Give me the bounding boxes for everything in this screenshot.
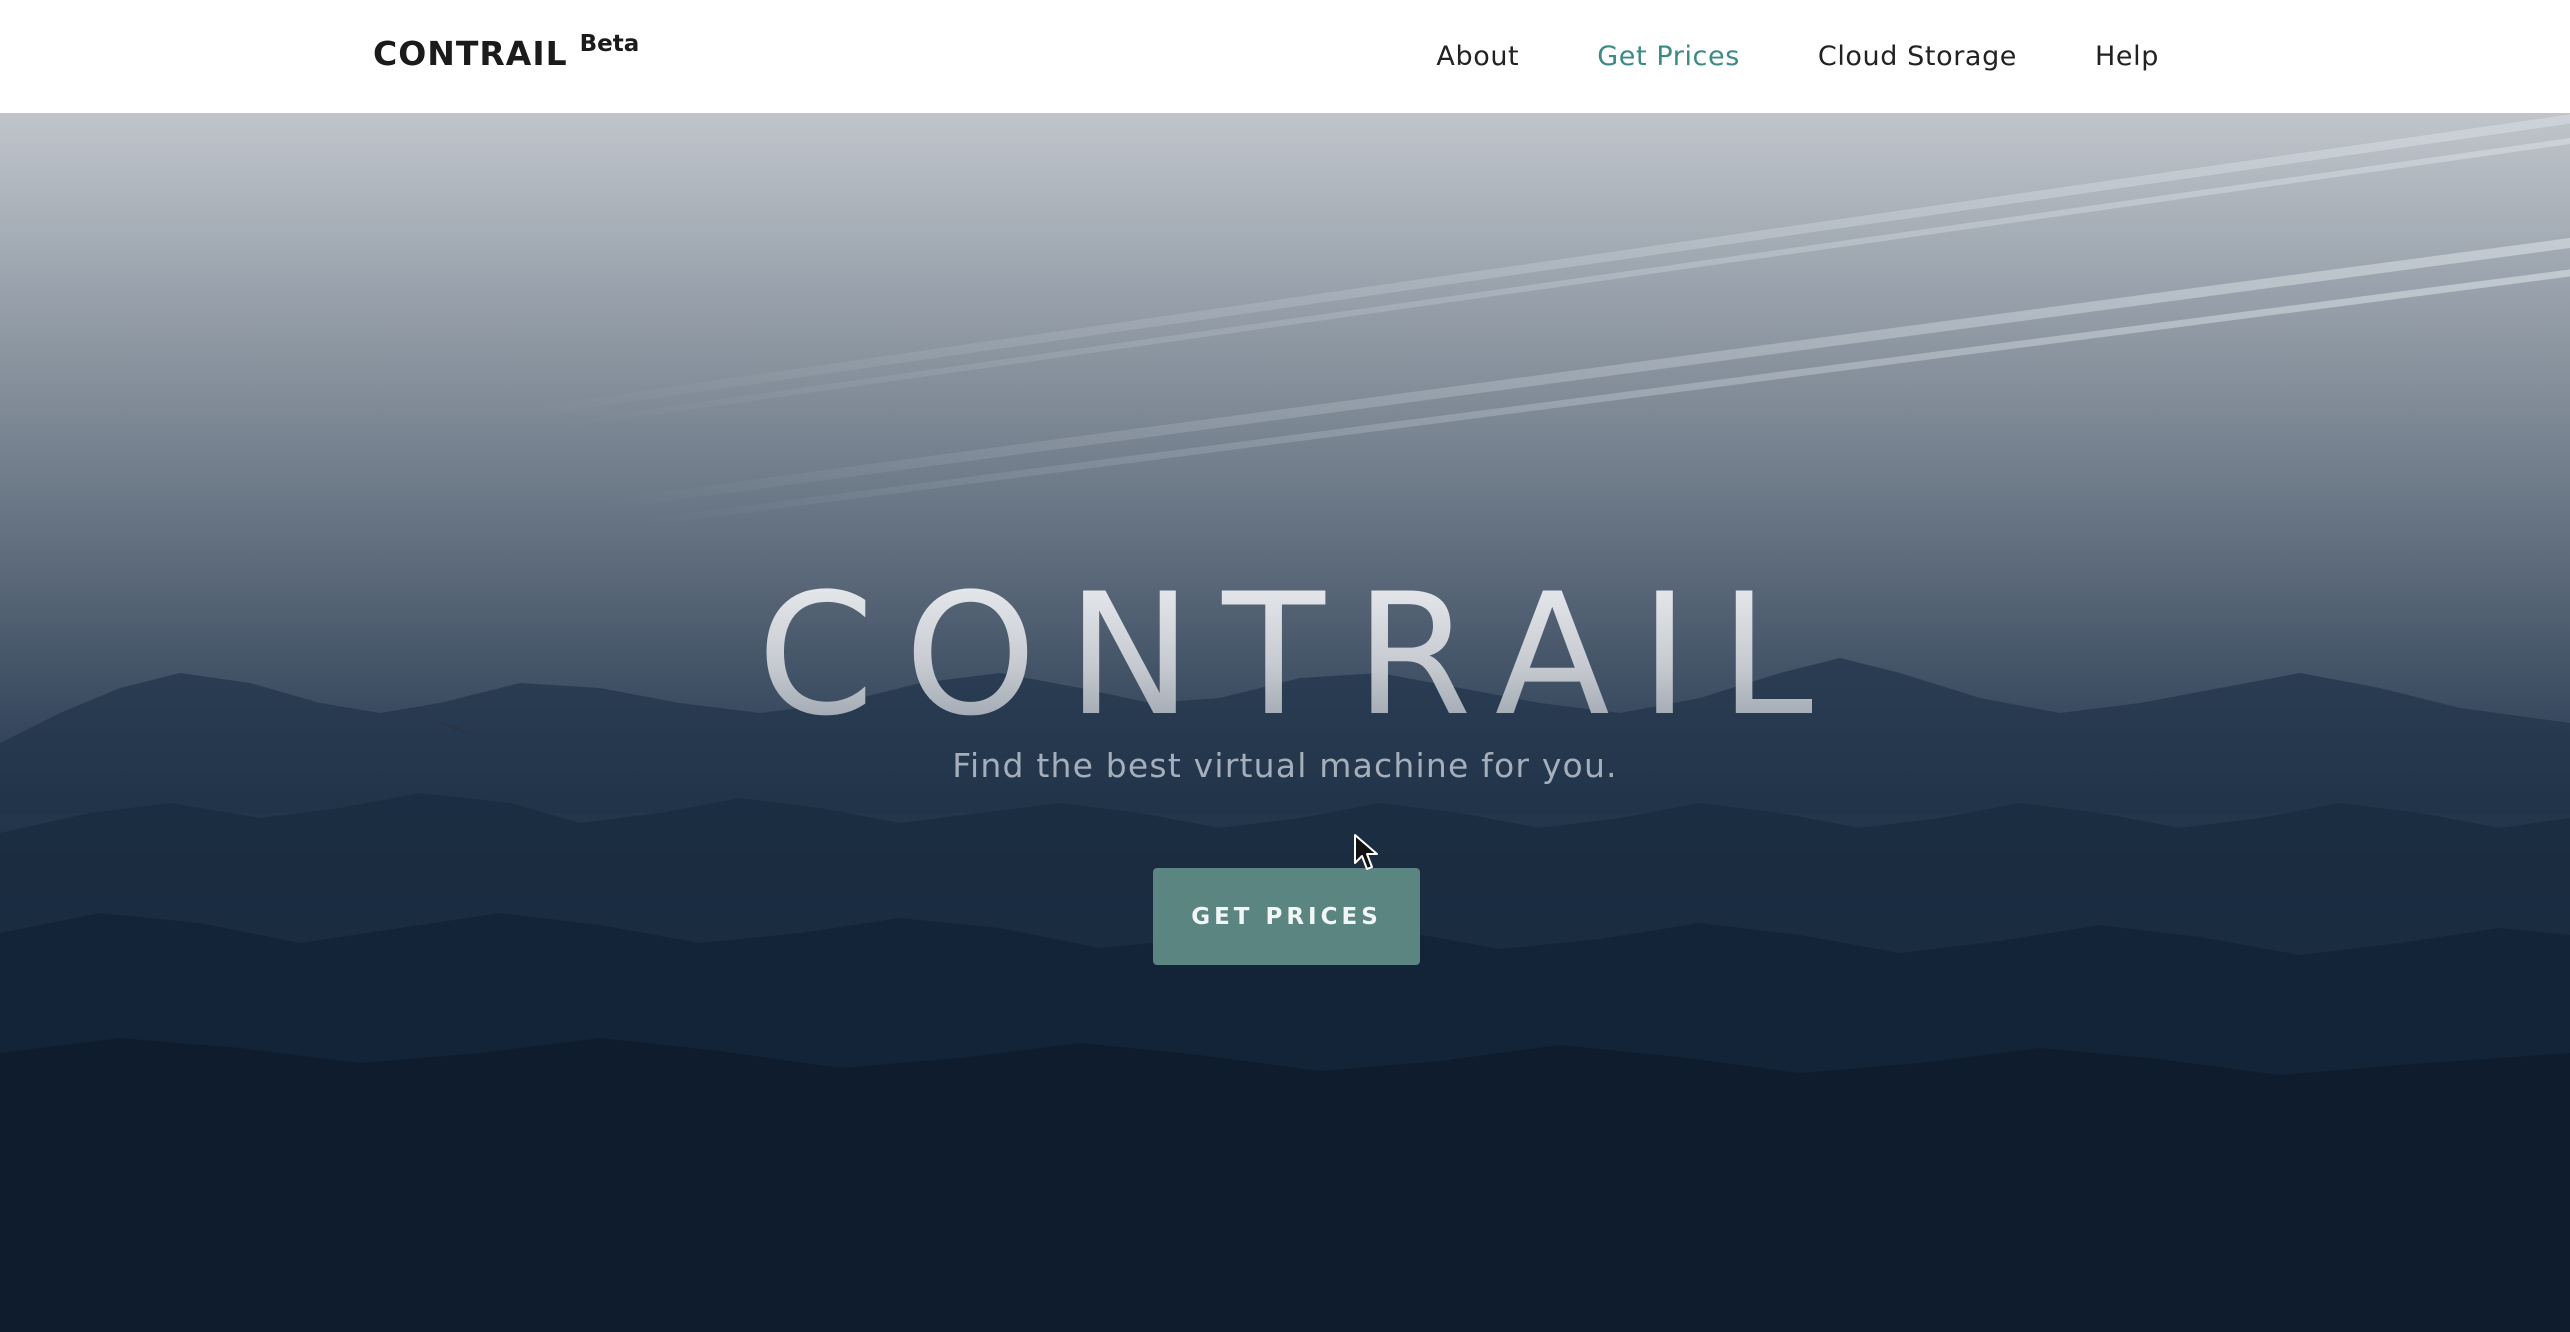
nav-link-cloud-storage[interactable]: Cloud Storage <box>1818 41 2017 72</box>
nav-link-help[interactable]: Help <box>2095 41 2159 72</box>
nav-link-get-prices[interactable]: Get Prices <box>1597 41 1740 72</box>
nav-link-about[interactable]: About <box>1436 41 1519 72</box>
get-prices-button[interactable]: GET PRICES <box>1153 868 1420 965</box>
hero-title: CONTRAIL <box>0 560 2570 750</box>
brand-logo-link[interactable]: CONTRAIL Beta <box>373 31 640 74</box>
landing-page: CONTRAIL Beta About Get Prices Cloud Sto… <box>0 0 2570 1332</box>
beta-badge: Beta <box>579 31 640 57</box>
hero-subtitle: Find the best virtual machine for you. <box>952 746 1618 785</box>
brand-name: CONTRAIL <box>373 34 568 73</box>
hero-section: CONTRAIL Find the best virtual machine f… <box>0 113 2570 1332</box>
contrail-streaks <box>515 114 2570 527</box>
top-navbar: CONTRAIL Beta About Get Prices Cloud Sto… <box>0 0 2570 113</box>
nav-links: About Get Prices Cloud Storage Help <box>1436 0 2159 113</box>
mouse-pointer-icon <box>1354 834 1378 870</box>
